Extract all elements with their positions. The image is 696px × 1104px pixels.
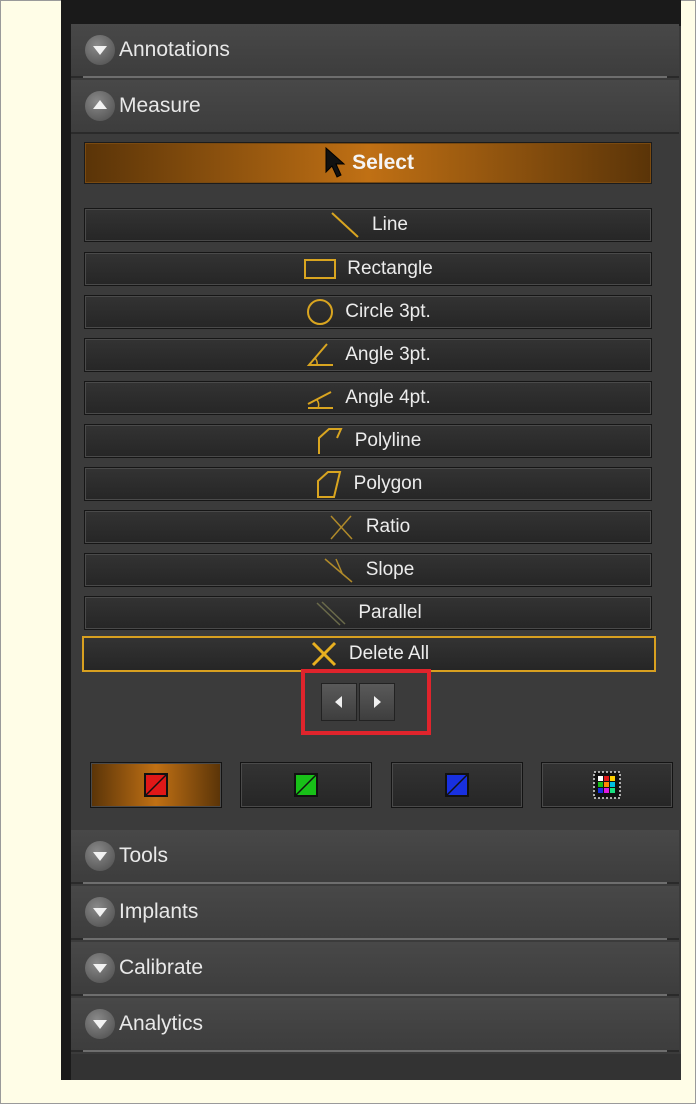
tool-rectangle-button[interactable]: Rectangle (84, 252, 652, 286)
tool-parallel-button[interactable]: Parallel (84, 596, 652, 630)
section-annotations[interactable]: Annotations (71, 24, 679, 78)
cursor-arrow-icon (325, 146, 346, 178)
tool-label: Parallel (358, 602, 422, 623)
section-measure-label: Measure (119, 94, 201, 117)
divider (83, 938, 667, 940)
section-calibrate-label: Calibrate (119, 956, 204, 979)
chevron-down-icon (85, 1009, 115, 1039)
tool-slope-button[interactable]: Slope (84, 553, 652, 587)
tool-label: Rectangle (347, 258, 433, 279)
circle-icon (307, 299, 334, 325)
tool-angle-3pt-button[interactable]: Angle 3pt. (84, 338, 652, 372)
section-measure[interactable]: Measure (71, 80, 679, 134)
chevron-down-icon (85, 35, 115, 65)
angle-4pt-icon (307, 391, 334, 409)
ratio-icon (330, 515, 353, 540)
tool-label: Angle 4pt. (345, 387, 431, 408)
parallel-icon (316, 601, 346, 626)
polygon-icon (316, 471, 341, 498)
chevron-down-icon (85, 953, 115, 983)
rectangle-icon (304, 259, 337, 279)
angle-3pt-icon (307, 343, 334, 366)
tool-ratio-button[interactable]: Ratio (84, 510, 652, 544)
section-tools-label: Tools (119, 844, 169, 867)
tool-label: Slope (365, 559, 415, 580)
next-page-button[interactable] (359, 683, 395, 721)
tool-line-button[interactable]: Line (84, 208, 652, 242)
section-calibrate[interactable]: Calibrate (71, 942, 679, 996)
tool-angle-4pt-button[interactable]: Angle 4pt. (84, 381, 652, 415)
color-blue-button[interactable] (391, 762, 523, 808)
tool-polygon-button[interactable]: Polygon (84, 467, 652, 501)
color-green-button[interactable] (240, 762, 372, 808)
chevron-up-icon (85, 91, 115, 121)
section-analytics[interactable]: Analytics (71, 998, 679, 1052)
tool-label: Circle 3pt. (345, 301, 431, 322)
section-annotations-label: Annotations (119, 38, 230, 61)
chevron-down-icon (85, 841, 115, 871)
select-label: Select (352, 151, 414, 174)
delete-x-icon (311, 641, 336, 667)
divider (83, 1050, 667, 1052)
tool-label: Delete All (348, 643, 430, 664)
tool-label: Polyline (354, 430, 422, 451)
section-implants[interactable]: Implants (71, 886, 679, 940)
line-icon (331, 212, 359, 238)
color-red-button[interactable] (90, 762, 222, 808)
arrow-right-icon (374, 696, 381, 708)
tool-label: Line (372, 214, 408, 235)
section-implants-label: Implants (119, 900, 199, 923)
previous-page-button[interactable] (321, 683, 357, 721)
tool-label: Ratio (365, 516, 411, 537)
tool-label: Angle 3pt. (345, 344, 431, 365)
tool-circle-button[interactable]: Circle 3pt. (84, 295, 652, 329)
panel-footer (71, 1054, 681, 1080)
color-palette-icon (593, 771, 621, 799)
polyline-icon (317, 428, 343, 454)
divider (83, 994, 667, 996)
delete-all-button[interactable]: Delete All (82, 636, 656, 672)
blue-swatch-icon (445, 773, 469, 797)
select-button[interactable]: Select (84, 142, 652, 184)
green-swatch-icon (294, 773, 318, 797)
chevron-down-icon (85, 897, 115, 927)
tool-label: Polygon (353, 473, 423, 494)
arrow-left-icon (335, 696, 342, 708)
divider (83, 882, 667, 884)
red-swatch-icon (144, 773, 168, 797)
page-navigation (321, 683, 397, 721)
divider (83, 76, 667, 78)
section-analytics-label: Analytics (119, 1012, 204, 1035)
color-palette-button[interactable] (541, 762, 673, 808)
tool-polyline-button[interactable]: Polyline (84, 424, 652, 458)
section-tools[interactable]: Tools (71, 830, 679, 884)
slope-icon (324, 558, 353, 583)
